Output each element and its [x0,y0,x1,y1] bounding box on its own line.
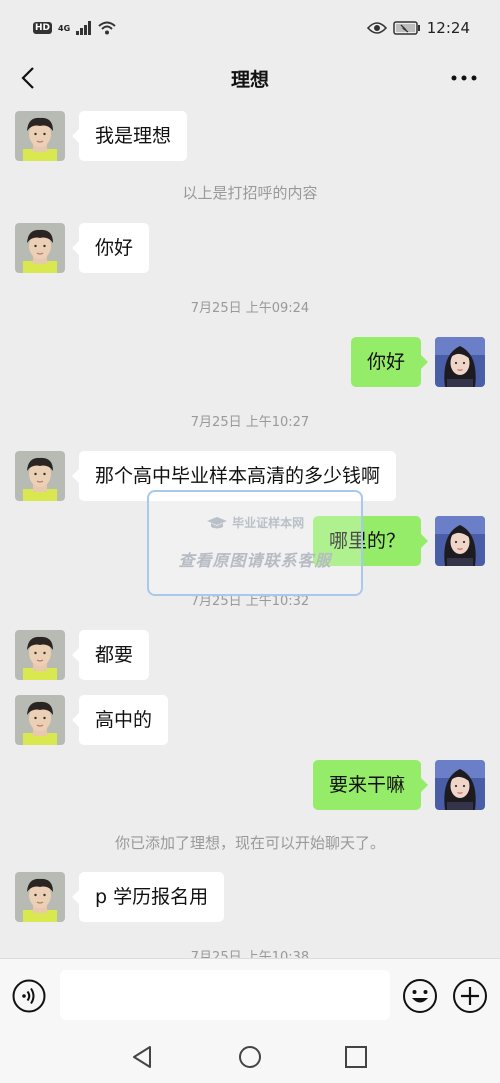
back-button[interactable] [12,62,44,94]
message-bubble-incoming[interactable]: 我是理想 [71,111,188,161]
watermark-text: 查看原图请联系客服 [178,551,332,570]
status-bar: HD 4G 12:24 [0,0,500,56]
nav-recents-icon[interactable] [343,1044,369,1070]
eye-icon [366,22,387,34]
hd-badge: HD [33,22,53,34]
more-button[interactable] [448,62,480,94]
message-input[interactable] [60,970,390,1020]
message-bubble-incoming[interactable]: 都要 [71,630,150,680]
contact-avatar[interactable] [15,111,65,161]
timestamp: 7月25日 上午10:38 [190,950,310,958]
my-avatar[interactable] [435,760,485,810]
timestamp: 7月25日 上午09:24 [190,301,310,316]
nav-home-icon[interactable] [237,1044,263,1070]
my-avatar[interactable] [435,337,485,387]
input-bar [0,958,500,1033]
contact-avatar[interactable] [15,223,65,273]
message-list[interactable]: 我是理想 以上是打招呼的内容 你好 7月25日 上午09:24 你好 7月25日… [0,100,500,958]
add-plus-icon[interactable] [452,978,488,1014]
system-notice: 你已添加了理想，现在可以开始聊天了。 [114,834,385,852]
watermark-brand: 毕业证样本网 [149,514,361,531]
message-bubble-incoming[interactable]: 高中的 [71,695,169,745]
watermark-brand-text: 毕业证样本网 [232,516,305,530]
status-left: HD 4G [33,21,116,35]
status-right: 12:24 [366,19,470,37]
system-nav-bar [0,1032,500,1083]
message-bubble-incoming[interactable]: 你好 [71,223,150,273]
graduation-cap-icon [206,517,227,529]
clock: 12:24 [426,19,470,37]
timestamp: 7月25日 上午10:27 [190,415,310,430]
emoji-icon[interactable] [402,978,438,1014]
message-bubble-outgoing[interactable]: 你好 [350,337,429,387]
watermark: 毕业证样本网 查看原图请联系客服 [147,490,363,596]
nav-back-icon[interactable] [130,1044,156,1070]
wifi-icon [98,21,116,35]
contact-avatar[interactable] [15,695,65,745]
contact-avatar[interactable] [15,872,65,922]
more-dots-icon [451,75,477,81]
message-bubble-outgoing[interactable]: 要来干嘛 [312,760,429,810]
voice-input-icon[interactable] [12,979,46,1013]
message-bubble-incoming[interactable]: p 学历报名用 [71,872,225,922]
network-type: 4G [58,23,71,33]
system-notice: 以上是打招呼的内容 [182,184,318,202]
contact-avatar[interactable] [15,630,65,680]
contact-avatar[interactable] [15,451,65,501]
chat-header: 理想 [0,56,500,100]
chat-title: 理想 [230,68,269,91]
signal-icon [76,21,92,35]
battery-icon [393,21,420,35]
back-arrow-icon [21,67,34,89]
my-avatar[interactable] [435,516,485,566]
